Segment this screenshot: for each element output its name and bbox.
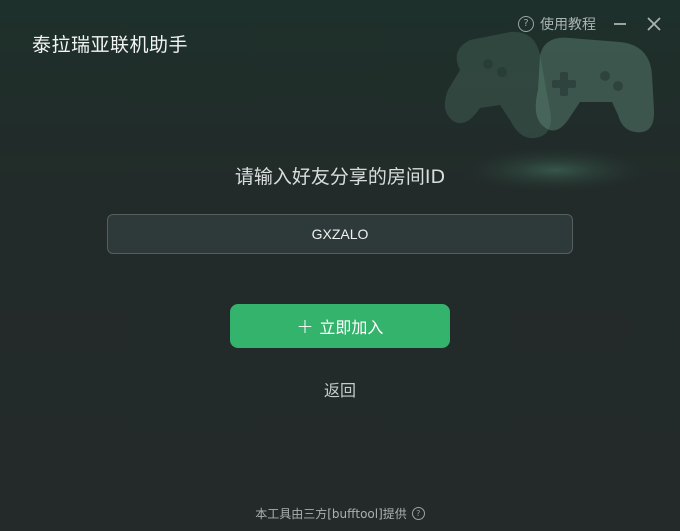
question-circle-icon: ?	[518, 16, 534, 32]
app-title: 泰拉瑞亚联机助手	[32, 34, 189, 56]
app-window: 泰拉瑞亚联机助手 ? 使用教程 请输入好友分享的房间ID + 立即加入 返回 本…	[0, 0, 680, 531]
minimize-button[interactable]	[610, 14, 630, 34]
join-now-label: 立即加入	[319, 318, 384, 337]
gamepad-illustration-icon	[444, 31, 655, 192]
join-now-button[interactable]: + 立即加入	[230, 304, 450, 348]
plus-icon: +	[296, 314, 314, 338]
footer-text: 本工具由三方[bufftool]提供	[255, 507, 407, 521]
room-id-heading: 请输入好友分享的房间ID	[234, 166, 446, 188]
close-button[interactable]	[644, 14, 664, 34]
close-icon	[647, 17, 661, 31]
minimize-icon	[614, 23, 626, 25]
help-tutorial-link[interactable]: ? 使用教程	[518, 14, 596, 34]
back-link[interactable]: 返回	[0, 377, 680, 401]
help-tutorial-label: 使用教程	[540, 17, 596, 33]
room-id-input[interactable]	[108, 225, 572, 243]
footer: 本工具由三方[bufftool]提供 ?	[0, 505, 680, 522]
room-id-field[interactable]	[107, 214, 573, 254]
question-circle-icon[interactable]: ?	[411, 507, 425, 520]
window-controls: ? 使用教程	[518, 14, 664, 34]
